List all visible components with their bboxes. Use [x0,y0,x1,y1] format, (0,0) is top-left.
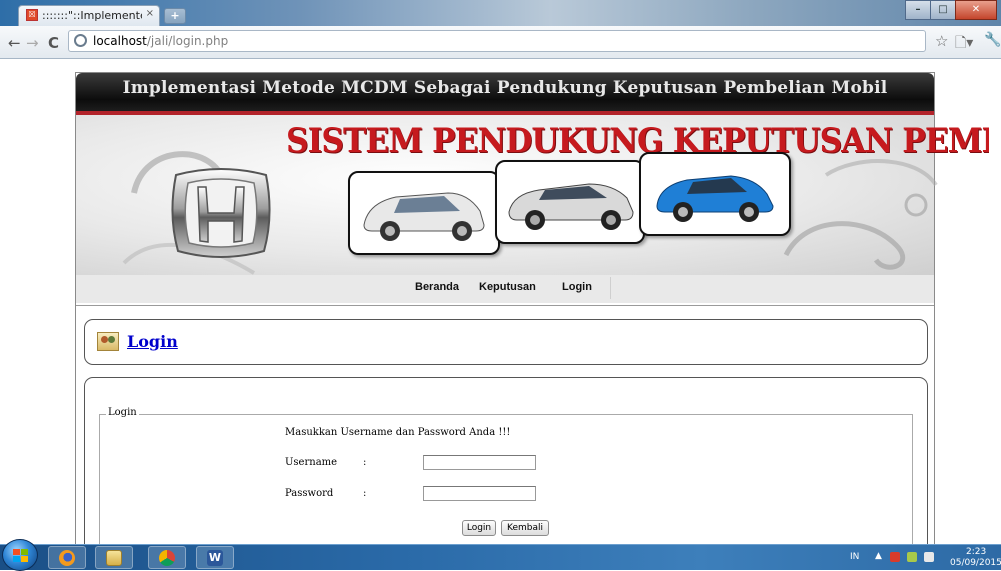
car-illustration [508,183,634,230]
browser-tab[interactable]: ☒ :::::::"::Implementelasi Me... × [18,5,160,26]
page-scrollbar[interactable] [989,59,1001,544]
site-banner: SISTEM PENDUKUNG KEPUTUSAN PEMBELIAN MOB… [76,115,1001,275]
forward-arrow-icon[interactable]: → [26,34,39,52]
site-header-title: Implementasi Metode MCDM Sebagai Penduku… [122,78,888,98]
site-header-bar: Implementasi Metode MCDM Sebagai Penduku… [76,73,934,115]
page-menu-icon[interactable]: 🗋▾ [955,32,973,56]
globe-icon [74,34,87,47]
username-input[interactable] [423,455,536,470]
swirl-ornament-right [783,159,938,270]
window-controls: – □ ✕ [905,0,997,20]
tab-favicon-icon: ☒ [26,9,38,21]
honda-logo [171,168,271,258]
car-image-brio [639,152,791,236]
login-form-panel: Login Masukkan Username dan Password And… [84,377,928,544]
clock-date[interactable]: 05/09/2015 [950,558,1001,568]
reload-icon[interactable]: C [48,34,59,52]
show-hidden-icons-icon[interactable]: ▲ [875,551,882,561]
windows-taskbar: W IN ▲ 2:23 05/09/2015 [0,539,1001,571]
car-illustration [656,175,774,222]
section-divider [76,305,934,306]
back-arrow-icon[interactable]: ← [8,34,21,52]
firefox-icon[interactable] [48,546,86,569]
password-input[interactable] [423,486,536,501]
nav-keputusan[interactable]: Keputusan [479,281,536,293]
maximize-icon[interactable]: □ [930,0,956,20]
nav-beranda[interactable]: Beranda [415,281,459,293]
site-container: Implementasi Metode MCDM Sebagai Penduku… [75,72,1001,544]
address-bar[interactable]: localhost/jali/login.php [68,30,926,52]
username-colon: : [363,457,367,468]
password-colon: : [363,488,367,499]
word-icon[interactable]: W [196,546,234,569]
main-nav: Beranda Keputusan Login [76,275,934,303]
car-image-mobilio [348,171,500,255]
file-explorer-icon[interactable] [95,546,133,569]
chrome-icon[interactable] [148,546,186,569]
back-button[interactable]: Kembali [501,520,549,536]
users-icon [97,332,119,351]
nav-login[interactable]: Login [562,281,592,293]
car-image-crv [495,160,645,244]
windows-start-icon[interactable] [2,539,38,571]
username-label: Username [285,457,338,468]
login-instruction: Masukkan Username dan Password Anda !!! [285,427,511,438]
login-fieldset: Login Masukkan Username dan Password And… [99,407,913,544]
fieldset-legend: Login [106,407,139,418]
page-viewport: Implementasi Metode MCDM Sebagai Penduku… [0,59,1001,544]
car-illustration [363,192,485,241]
login-heading-link[interactable]: Login [127,332,178,351]
close-tab-icon[interactable]: × [146,8,154,19]
new-tab-button[interactable]: + [164,8,186,24]
login-button[interactable]: Login [462,520,496,536]
app-tray-icon[interactable] [890,552,900,562]
clock-time[interactable]: 2:23 [966,547,986,557]
minimize-icon[interactable]: – [905,0,931,20]
login-title-panel: Login [84,319,928,365]
browser-tab-strip: ☒ :::::::"::Implementelasi Me... × + – □… [0,0,1001,26]
tab-title: :::::::"::Implementelasi Me... [42,9,142,22]
star-icon[interactable]: ☆ [935,32,948,50]
browser-toolbar: ← → C localhost/jali/login.php ☆ 🗋▾ 🔧 [0,26,1001,59]
volume-icon[interactable] [924,552,934,562]
nav-divider [610,277,611,299]
network-icon[interactable] [907,552,917,562]
url-text: localhost/jali/login.php [93,34,229,48]
wrench-icon[interactable]: 🔧 [984,32,1001,48]
close-window-icon[interactable]: ✕ [955,0,997,20]
language-indicator[interactable]: IN [850,552,859,562]
password-label: Password [285,488,334,499]
